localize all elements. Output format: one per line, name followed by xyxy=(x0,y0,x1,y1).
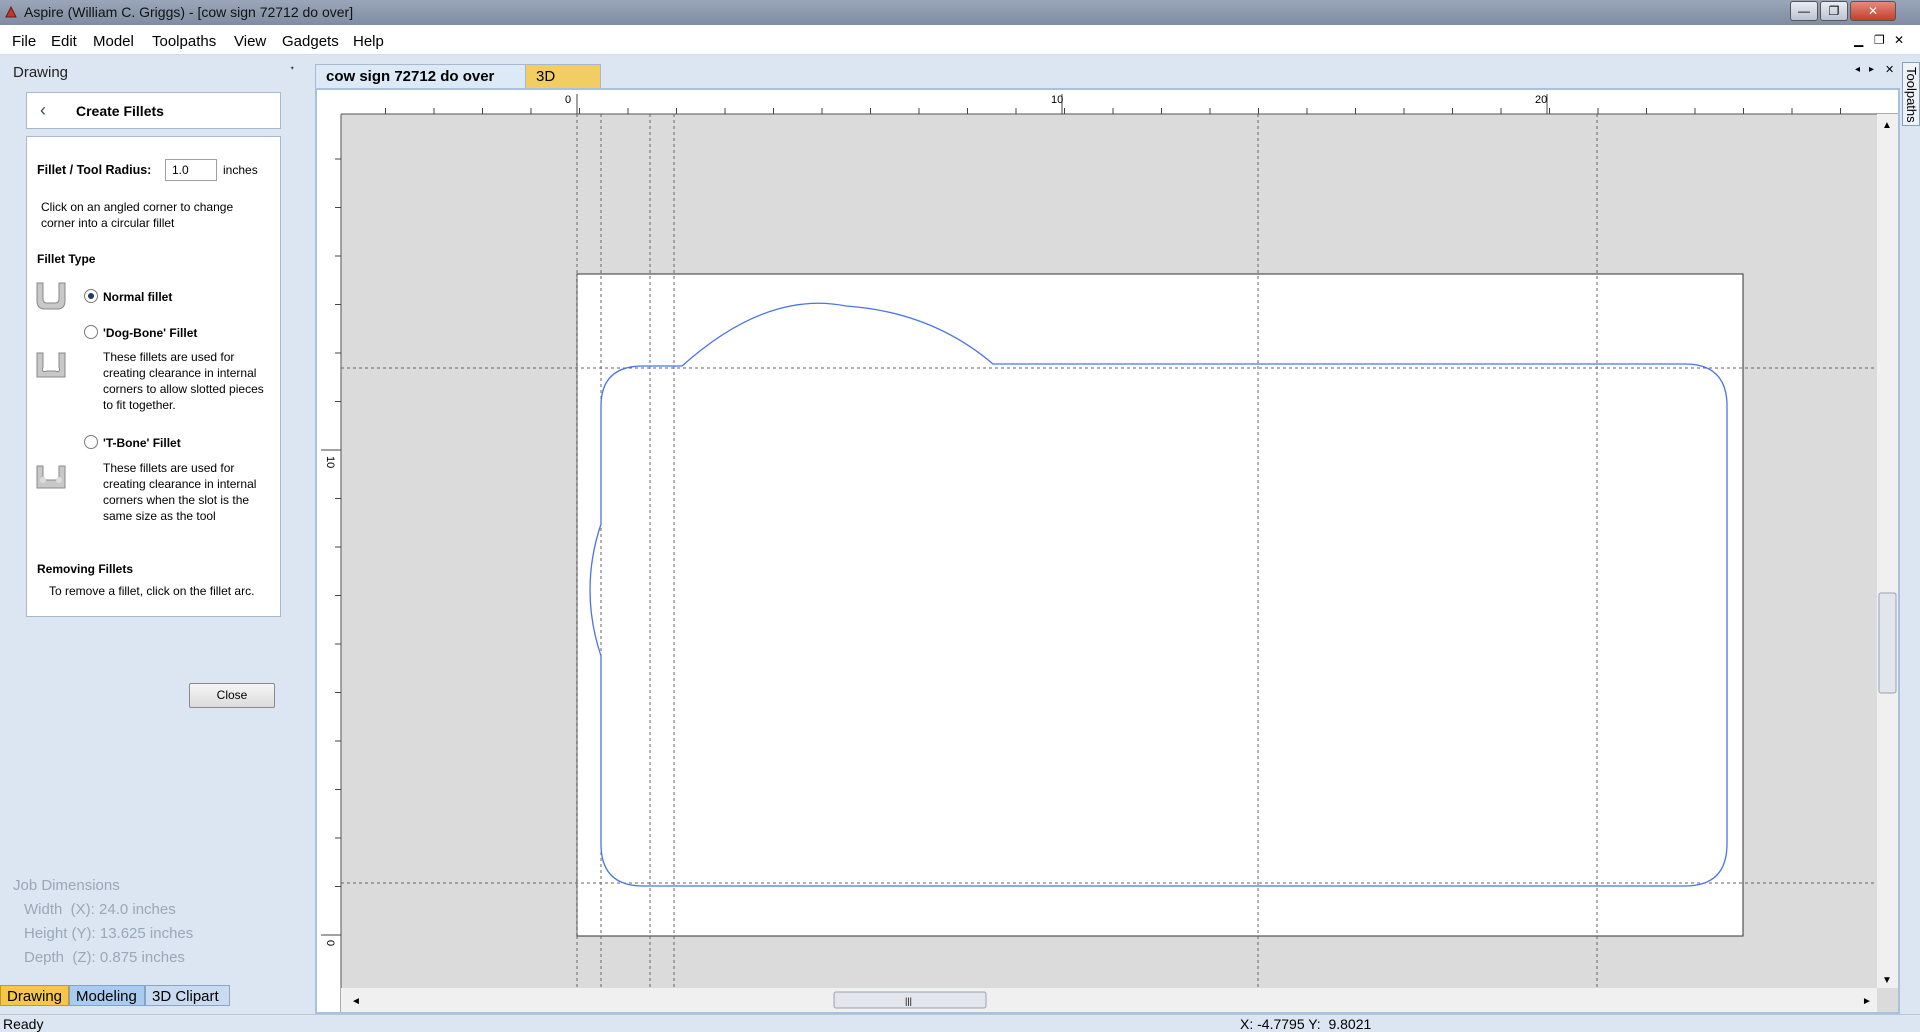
vertical-scrollbar xyxy=(1877,114,1898,988)
aspire-app-icon[interactable] xyxy=(4,5,18,19)
job-depth: Depth (Z): 0.875 inches xyxy=(24,949,185,966)
dog-bone-fillet-icon xyxy=(36,352,66,378)
document-area: cow sign 72712 do over 3D View ◂ ▸ ✕ 0 1… xyxy=(307,56,1900,1014)
normal-fillet-icon xyxy=(36,282,66,310)
dog-bone-fillet-label[interactable]: 'Dog-Bone' Fillet xyxy=(103,326,197,340)
pin-icon[interactable]: ᐩ xyxy=(290,64,294,77)
fillet-type-heading: Fillet Type xyxy=(37,252,96,266)
maximize-button[interactable]: ❐ xyxy=(1820,1,1848,21)
tab-2d-view[interactable]: cow sign 72712 do over xyxy=(315,64,529,88)
menu-model[interactable]: Model xyxy=(93,33,134,50)
radius-input[interactable] xyxy=(165,159,217,181)
tab-scroll-right-icon[interactable]: ▸ xyxy=(1869,64,1874,75)
removing-fillets-heading: Removing Fillets xyxy=(37,562,134,576)
tab-3d-view[interactable]: 3D View xyxy=(525,64,601,109)
window-title: Aspire (William C. Griggs) - [cow sign 7… xyxy=(24,4,354,20)
toolpaths-tab[interactable]: Toolpaths xyxy=(1902,62,1920,126)
job-height: Height (Y): 13.625 inches xyxy=(24,925,194,942)
removing-fillets-text: To remove a fillet, click on the fillet … xyxy=(49,584,255,598)
instruction-text: Click on an angled corner to change corn… xyxy=(41,200,234,230)
create-fillets-form: Fillet / Tool Radius: inches Click on an… xyxy=(26,136,281,617)
form-heading: Create Fillets xyxy=(76,103,164,119)
panel-title: Drawing xyxy=(13,64,69,81)
create-fillets-header: ‹ Create Fillets xyxy=(26,92,281,129)
mdi-minimize-icon[interactable]: ▁ xyxy=(1854,33,1863,47)
v-ruler-label-10: 10 xyxy=(324,456,336,468)
v-scroll-thumb xyxy=(1878,592,1897,694)
scroll-right-icon: ► xyxy=(1862,996,1872,1007)
job-material-sheet xyxy=(576,273,1744,937)
close-button[interactable]: Close xyxy=(189,683,275,708)
normal-fillet-label[interactable]: Normal fillet xyxy=(103,290,172,304)
t-bone-fillet-label[interactable]: 'T-Bone' Fillet xyxy=(103,436,181,450)
h-ruler-label-20: 20 xyxy=(1535,94,1547,106)
menu-edit[interactable]: Edit xyxy=(51,33,77,50)
dog-bone-fillet-radio[interactable] xyxy=(84,325,98,339)
h-scroll-grip: ||| xyxy=(905,996,912,1006)
drawing-panel: Drawing ᐩ ‹ Create Fillets Fillet / Tool… xyxy=(0,56,307,1014)
h-ruler-label-10: 10 xyxy=(1051,94,1063,106)
scroll-left-icon: ◄ xyxy=(351,996,361,1007)
tab-modeling[interactable]: Modeling xyxy=(69,985,145,1006)
title-bar: Aspire (William C. Griggs) - [cow sign 7… xyxy=(0,0,1920,25)
t-bone-fillet-radio[interactable] xyxy=(84,435,98,449)
v-ruler-label-0: 0 xyxy=(324,940,336,946)
toolpaths-side-bar: Toolpaths xyxy=(1900,56,1920,1014)
toolpaths-tab-label: Toolpaths xyxy=(1904,67,1919,123)
h-ruler-label-0: 0 xyxy=(565,94,571,106)
doc-close-icon[interactable]: ✕ xyxy=(1885,63,1894,76)
vertical-ruler xyxy=(317,90,341,1012)
menu-view[interactable]: View xyxy=(234,33,266,50)
status-text: Ready xyxy=(3,1016,44,1032)
job-dimensions-heading: Job Dimensions xyxy=(13,877,120,894)
menu-toolpaths[interactable]: Toolpaths xyxy=(152,33,216,50)
tab-scroll-left-icon[interactable]: ◂ xyxy=(1855,64,1860,75)
radius-unit: inches xyxy=(223,163,258,177)
back-icon[interactable]: ‹ xyxy=(40,100,46,121)
t-bone-fillet-icon xyxy=(36,465,66,489)
2d-view[interactable]: 0 10 20 10 0 ▲ ▼ ◄ ► ||| xyxy=(315,88,1900,1014)
normal-fillet-radio[interactable] xyxy=(84,289,98,303)
tab-drawing[interactable]: Drawing xyxy=(0,985,69,1006)
dog-bone-description: These fillets are used for creating clea… xyxy=(103,350,264,412)
mdi-restore-icon[interactable]: ❐ xyxy=(1874,33,1885,47)
status-bar: Ready X: -4.7795 Y: 9.8021 xyxy=(0,1014,1920,1032)
job-width: Width (X): 24.0 inches xyxy=(24,901,176,918)
horizontal-scrollbar xyxy=(341,988,1877,1012)
t-bone-description: These fillets are used for creating clea… xyxy=(103,461,257,523)
minimize-button[interactable]: — xyxy=(1790,1,1818,21)
mdi-close-icon[interactable]: ✕ xyxy=(1894,33,1904,47)
scroll-up-icon: ▲ xyxy=(1882,120,1892,131)
cursor-coordinates: X: -4.7795 Y: 9.8021 xyxy=(1240,1016,1372,1032)
scroll-down-icon: ▼ xyxy=(1882,975,1892,986)
menu-file[interactable]: File xyxy=(12,33,36,50)
drawing-canvas[interactable]: 0 10 20 10 0 ▲ ▼ ◄ ► ||| xyxy=(317,90,1898,1012)
radius-label: Fillet / Tool Radius: xyxy=(37,163,152,177)
tab-3d-clipart[interactable]: 3D Clipart xyxy=(145,985,230,1006)
horizontal-ruler xyxy=(317,90,1898,114)
close-window-button[interactable]: ✕ xyxy=(1850,1,1896,21)
menu-bar: File Edit Model Toolpaths View Gadgets H… xyxy=(0,25,1920,55)
menu-gadgets[interactable]: Gadgets xyxy=(282,33,339,50)
menu-help[interactable]: Help xyxy=(353,33,384,50)
